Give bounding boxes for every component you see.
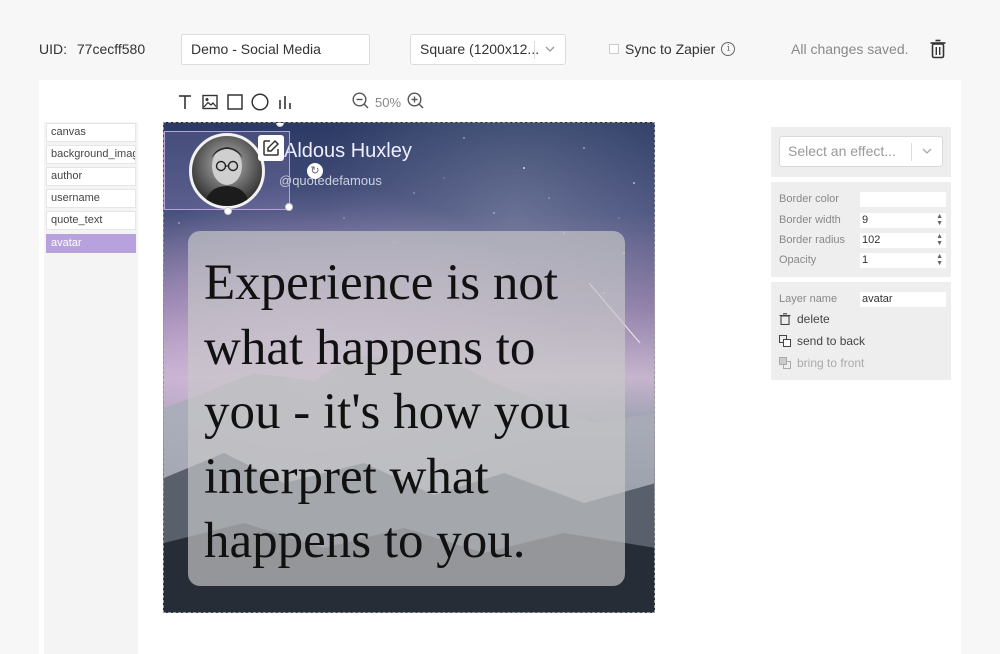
layer-item-canvas[interactable]: canvas [46, 123, 136, 142]
send-to-back-button[interactable]: send to back [779, 334, 865, 348]
chevron-down-icon [544, 35, 556, 75]
canvas-size-value: Square (1200x12... [420, 41, 540, 57]
border-color-label: Border color [779, 193, 839, 205]
uid-label: UID: [39, 41, 67, 57]
trash-icon[interactable] [930, 39, 946, 59]
layer-item-avatar[interactable]: avatar [46, 234, 136, 253]
bring-to-front-label: bring to front [797, 356, 865, 370]
layer-name-input[interactable]: avatar [860, 292, 946, 307]
delete-button[interactable]: delete [779, 312, 830, 326]
avatar[interactable] [189, 133, 265, 209]
zoom-out-icon[interactable] [352, 92, 369, 112]
sync-label: Sync to Zapier [625, 41, 716, 57]
quote-text[interactable]: Experience is not what happens to you - … [204, 251, 624, 574]
delete-label: delete [797, 312, 830, 326]
layers-list: canvas background_image author username … [44, 122, 138, 654]
document-name-input[interactable]: Demo - Social Media [181, 34, 370, 65]
resize-handle[interactable] [285, 203, 293, 211]
layer-name-label: Layer name [779, 293, 838, 305]
layer-item-username[interactable]: username [46, 189, 136, 208]
opacity-input[interactable]: 1 ▲ ▼ [860, 253, 946, 268]
circle-icon[interactable] [251, 93, 269, 111]
canvas-size-select[interactable]: Square (1200x12... [410, 34, 566, 65]
edit-icon[interactable] [258, 135, 284, 161]
send-to-back-label: send to back [797, 334, 866, 348]
stepper-icon[interactable]: ▲ ▼ [936, 233, 943, 247]
bring-to-front-button[interactable]: bring to front [779, 356, 864, 370]
layer-item-background-image[interactable]: background_image [46, 145, 136, 164]
sync-checkbox[interactable] [609, 44, 619, 54]
opacity-value: 1 [862, 254, 869, 266]
border-radius-label: Border radius [779, 234, 846, 246]
username[interactable]: @quotedefamous [279, 173, 382, 188]
border-width-value: 9 [862, 214, 869, 226]
select-separator [534, 41, 535, 59]
border-radius-input[interactable]: 102 ▲ ▼ [860, 233, 946, 248]
bring-to-front-icon [779, 357, 791, 369]
chevron-down-icon [921, 137, 933, 177]
zoom-controls: 50% [352, 92, 424, 112]
zoom-in-icon[interactable] [407, 92, 424, 112]
layer-item-quote-text[interactable]: quote_text [46, 211, 136, 230]
insert-toolbar [176, 92, 301, 112]
square-icon[interactable] [226, 93, 244, 111]
stepper-icon[interactable]: ▲ ▼ [936, 213, 943, 227]
send-to-back-icon [779, 335, 791, 347]
border-radius-value: 102 [862, 234, 881, 246]
design-canvas[interactable]: Experience is not what happens to you - … [163, 122, 655, 613]
effect-select[interactable]: Select an effect... [779, 136, 943, 167]
border-width-label: Border width [779, 214, 841, 226]
select-separator [911, 143, 912, 161]
border-color-input[interactable] [860, 192, 946, 207]
save-status: All changes saved. [791, 41, 909, 57]
author-name[interactable]: Aldous Huxley [284, 140, 412, 163]
portrait-image [204, 147, 250, 206]
image-icon[interactable] [201, 93, 219, 111]
chart-icon[interactable] [276, 93, 294, 111]
border-width-input[interactable]: 9 ▲ ▼ [860, 213, 946, 228]
uid: UID: 77cecff580 [39, 41, 145, 57]
trash-icon [779, 313, 791, 326]
stepper-icon[interactable]: ▲ ▼ [936, 253, 943, 267]
opacity-label: Opacity [779, 254, 817, 266]
sync-zapier[interactable]: Sync to Zapier i [609, 41, 736, 57]
info-icon[interactable]: i [721, 42, 736, 56]
layer-item-author[interactable]: author [46, 167, 136, 186]
top-bar: UID: 77cecff580 Demo - Social Media Squa… [0, 0, 1000, 80]
resize-handle[interactable] [224, 207, 232, 215]
text-icon[interactable] [176, 93, 194, 111]
zoom-level: 50% [375, 94, 402, 110]
rotate-icon[interactable]: ↻ [307, 163, 323, 179]
effect-placeholder: Select an effect... [788, 143, 896, 159]
uid-value: 77cecff580 [76, 41, 146, 57]
